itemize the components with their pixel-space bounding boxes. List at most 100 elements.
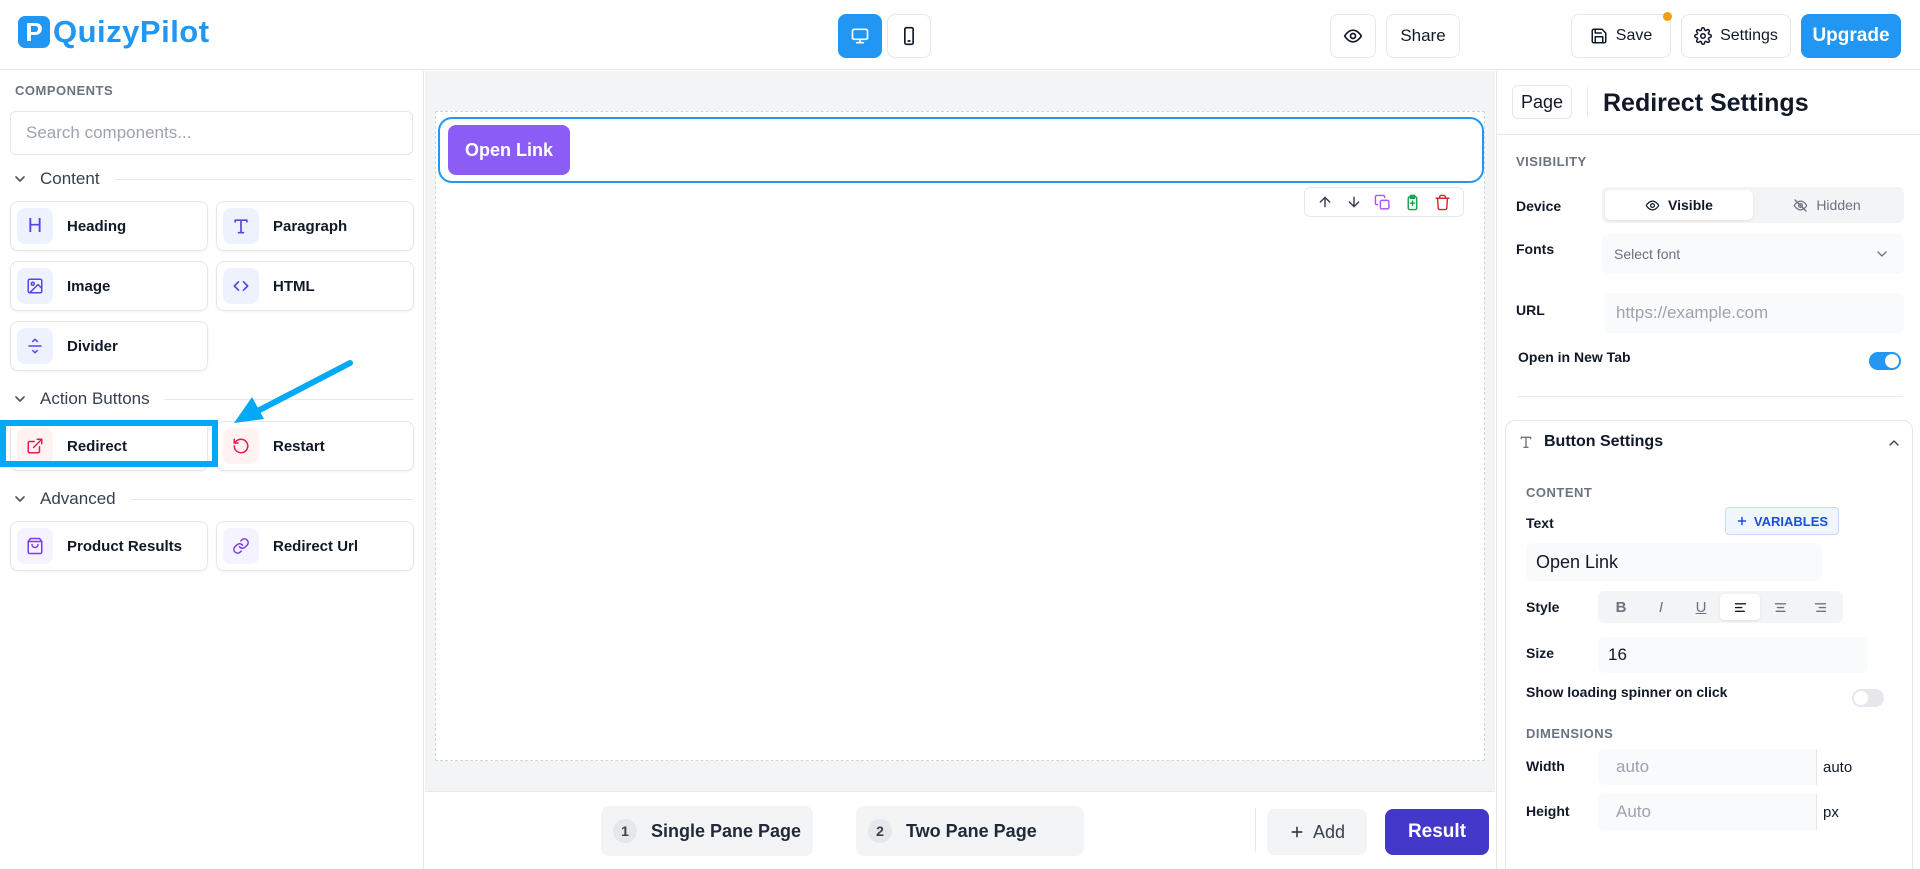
bold-button[interactable]: B	[1601, 594, 1641, 620]
component-heading-label: Heading	[67, 217, 127, 235]
align-right-icon	[1814, 602, 1826, 612]
arrow-up-icon	[1319, 196, 1331, 208]
delete-button[interactable]	[1434, 194, 1451, 211]
highlight-annotation	[0, 420, 218, 467]
component-paragraph[interactable]: Paragraph	[216, 201, 414, 251]
component-html-label: HTML	[273, 277, 315, 295]
chevron-down-icon	[15, 176, 25, 182]
component-image[interactable]: Image	[10, 261, 208, 311]
font-select[interactable]: Select font	[1602, 234, 1904, 274]
width-input[interactable]	[1598, 749, 1816, 785]
page-canvas[interactable]: Open Link	[435, 111, 1485, 761]
align-right-button[interactable]	[1800, 594, 1840, 620]
component-restart[interactable]: Restart	[216, 421, 414, 471]
page-tab-label: Two Pane Page	[906, 820, 1037, 841]
page-tab-2[interactable]: 2 Two Pane Page	[856, 806, 1084, 856]
align-left-button[interactable]	[1720, 594, 1760, 620]
open-link-button[interactable]: Open Link	[448, 125, 570, 175]
component-divider-label: Divider	[67, 337, 118, 355]
selected-block[interactable]: Open Link	[438, 117, 1484, 183]
result-label: Result	[1407, 821, 1467, 842]
visible-option[interactable]: Visible	[1605, 190, 1753, 220]
font-size-input[interactable]	[1598, 637, 1868, 673]
divider-icon	[17, 328, 53, 364]
dimensions-caption: DIMENSIONS	[1526, 726, 1614, 741]
clipboard-icon	[1407, 194, 1418, 210]
editor-canvas-area: Open Link	[425, 71, 1495, 791]
shopping-bag-icon	[17, 528, 53, 564]
button-text-input[interactable]	[1526, 543, 1822, 581]
hidden-option[interactable]: Hidden	[1753, 190, 1901, 220]
page-settings-button[interactable]: Page	[1512, 85, 1572, 119]
page-tab-1[interactable]: 1 Single Pane Page	[601, 806, 813, 856]
visibility-caption: VISIBILITY	[1516, 154, 1587, 169]
result-button[interactable]: Result	[1385, 809, 1489, 855]
image-icon	[17, 268, 53, 304]
loading-spinner-toggle[interactable]	[1852, 689, 1884, 707]
font-select-value: Select font	[1614, 246, 1681, 262]
plus-icon	[1737, 516, 1747, 526]
component-heading[interactable]: H Heading	[10, 201, 208, 251]
section-content-label: Content	[40, 169, 100, 188]
device-label: Device	[1516, 198, 1562, 214]
size-label: Size	[1526, 645, 1555, 661]
component-divider[interactable]: Divider	[10, 321, 208, 371]
duplicate-button[interactable]	[1374, 194, 1391, 211]
link-icon	[223, 528, 259, 564]
url-input[interactable]	[1604, 293, 1904, 333]
save-button[interactable]: Save	[1571, 12, 1672, 58]
paste-button[interactable]	[1404, 194, 1421, 211]
button-settings-section: Button Settings CONTENT Text VARIABLES S…	[1505, 420, 1913, 869]
italic-button[interactable]: I	[1641, 594, 1681, 620]
unsaved-indicator	[1663, 12, 1672, 21]
upgrade-label: Upgrade	[1812, 25, 1890, 46]
gear-icon	[1694, 27, 1713, 45]
logo-mark: P	[18, 16, 50, 48]
settings-button[interactable]: Settings	[1681, 14, 1791, 58]
toggle-knob	[1885, 354, 1899, 368]
button-settings-header[interactable]: Button Settings	[1518, 433, 1663, 451]
heading-icon: H	[17, 208, 53, 244]
visible-label: Visible	[1668, 197, 1713, 213]
align-center-icon	[1774, 602, 1786, 612]
variables-button[interactable]: VARIABLES	[1725, 507, 1839, 535]
open-new-tab-toggle[interactable]	[1869, 352, 1901, 370]
share-label: Share	[1400, 26, 1446, 45]
divider	[113, 178, 413, 180]
mobile-view-button[interactable]	[887, 14, 931, 58]
eye-icon	[1645, 200, 1660, 210]
divider	[129, 498, 413, 500]
chevron-down-icon	[15, 496, 25, 502]
component-html[interactable]: HTML	[216, 261, 414, 311]
logo[interactable]: P QuizyPilot	[18, 14, 210, 50]
component-redirect-url-label: Redirect Url	[273, 537, 359, 555]
add-page-button[interactable]: Add	[1267, 809, 1367, 855]
chevron-up-icon[interactable]	[1886, 435, 1902, 451]
align-center-button[interactable]	[1760, 594, 1800, 620]
save-label: Save	[1615, 27, 1653, 44]
move-up-button[interactable]	[1317, 194, 1333, 210]
component-redirect-url[interactable]: Redirect Url	[216, 521, 414, 571]
section-advanced[interactable]: Advanced	[12, 487, 413, 511]
button-settings-title: Button Settings	[1544, 433, 1664, 450]
section-content[interactable]: Content	[12, 167, 413, 191]
height-unit-select[interactable]: px	[1816, 794, 1868, 830]
preview-button[interactable]	[1330, 14, 1376, 58]
text-icon	[223, 208, 259, 244]
width-unit-select[interactable]: auto	[1816, 749, 1868, 785]
component-product-results[interactable]: Product Results	[10, 521, 208, 571]
share-button[interactable]: Share	[1386, 14, 1460, 58]
underline-button[interactable]: U	[1681, 594, 1721, 620]
text-icon	[1520, 436, 1532, 448]
section-advanced-label: Advanced	[40, 489, 116, 508]
upgrade-button[interactable]: Upgrade	[1801, 14, 1901, 58]
chevron-down-icon	[1877, 251, 1887, 257]
open-new-tab-label: Open in New Tab	[1518, 349, 1631, 365]
eye-icon	[1343, 29, 1363, 43]
search-components-input[interactable]	[10, 111, 413, 155]
move-down-button[interactable]	[1346, 194, 1362, 210]
desktop-view-button[interactable]	[838, 14, 882, 58]
top-bar: P QuizyPilot Share Save Settings Upgrade	[0, 0, 1920, 70]
height-input[interactable]	[1598, 794, 1816, 830]
align-left-icon	[1734, 602, 1746, 612]
